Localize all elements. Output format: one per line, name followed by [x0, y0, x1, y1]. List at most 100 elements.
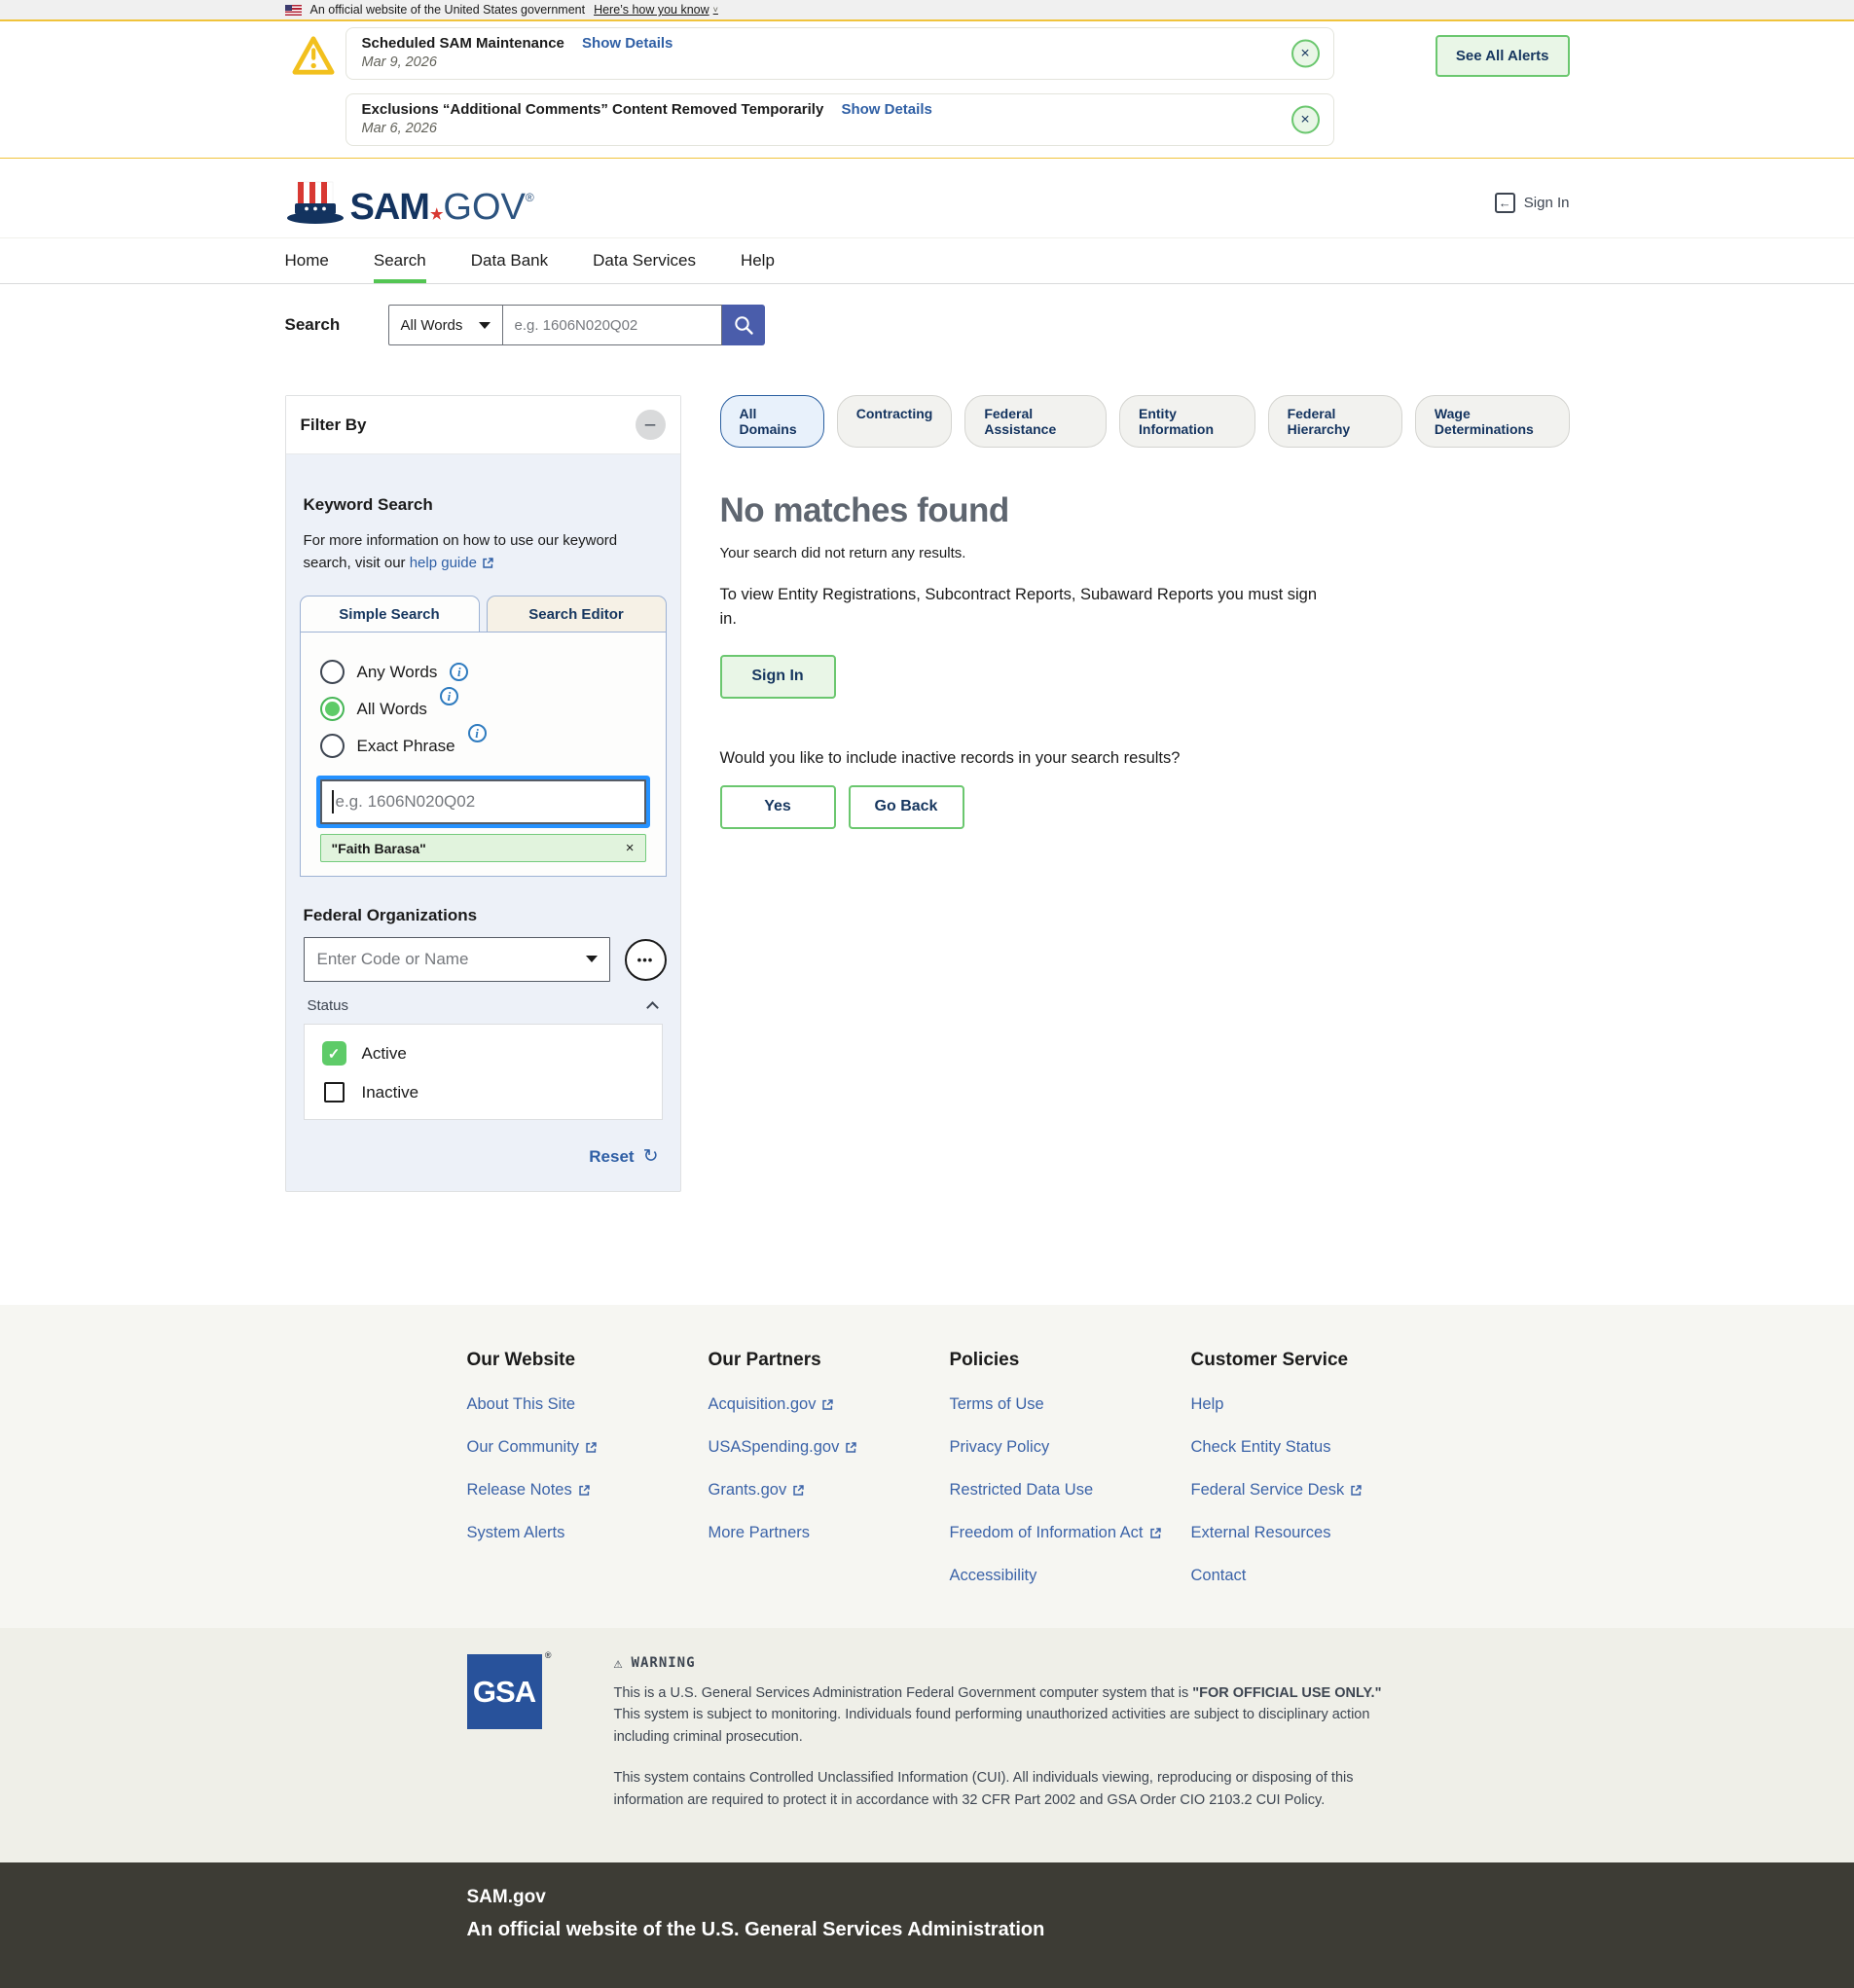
pill-federal-assistance[interactable]: Federal Assistance [964, 395, 1107, 448]
footer-link-label: Restricted Data Use [949, 1481, 1094, 1499]
info-glyph: i [457, 664, 461, 679]
yes-button[interactable]: Yes [719, 784, 836, 829]
sign-in-link[interactable]: ← Sign In [1494, 193, 1570, 213]
pill-wage-determinations[interactable]: Wage Determinations [1414, 395, 1570, 448]
status-section-toggle[interactable]: Status [300, 982, 667, 1024]
nav-item-data-services[interactable]: Data Services [593, 251, 696, 283]
gsa-logo-text: GSA [472, 1674, 536, 1709]
checkbox-active-checked[interactable]: ✓ [321, 1041, 346, 1066]
footer-link-more-partners[interactable]: More Partners [709, 1524, 950, 1542]
info-icon[interactable]: i [467, 724, 487, 742]
go-back-button[interactable]: Go Back [848, 784, 964, 829]
footer-link-contact[interactable]: Contact [1191, 1567, 1433, 1585]
search-submit-button[interactable] [721, 305, 765, 345]
chevron-down-icon: ˅ [712, 5, 718, 15]
footer-link-about-this-site[interactable]: About This Site [467, 1395, 709, 1414]
footer-link-label: More Partners [708, 1524, 811, 1541]
footer-link-external-resources[interactable]: External Resources [1191, 1524, 1433, 1542]
footer-link-system-alerts[interactable]: System Alerts [467, 1524, 709, 1542]
warning-paragraph-1: This is a U.S. General Services Administ… [614, 1682, 1404, 1748]
radio-row-all-words[interactable]: All Words i [319, 687, 646, 721]
heres-how-you-know-link[interactable]: Here’s how you know ˅ [594, 3, 718, 17]
warning-paragraph-2: This system contains Controlled Unclassi… [613, 1770, 1354, 1808]
checkbox-row-inactive[interactable]: Inactive [322, 1082, 644, 1102]
footer-link-acquisition-gov[interactable]: Acquisition.gov [709, 1395, 950, 1414]
federal-org-combobox[interactable] [303, 937, 610, 982]
chip-remove-icon[interactable]: × [626, 840, 635, 856]
radio-all-words[interactable] [319, 697, 345, 721]
ellipsis-icon: ••• [636, 952, 654, 967]
sign-in-button[interactable]: Sign In [719, 654, 836, 699]
checkbox-row-active[interactable]: ✓ Active [321, 1041, 644, 1066]
see-all-alerts-button[interactable]: See All Alerts [1435, 35, 1570, 77]
nav-item-help[interactable]: Help [741, 251, 775, 283]
us-flag-icon [284, 4, 302, 16]
alert-close-button[interactable]: × [1291, 39, 1320, 68]
footer-link-label: Our Community [466, 1438, 580, 1456]
footer-link-accessibility[interactable]: Accessibility [950, 1567, 1191, 1585]
pill-entity-information[interactable]: Entity Information [1119, 395, 1255, 448]
tab-simple-search[interactable]: Simple Search [299, 596, 480, 632]
footer-link-label: Acquisition.gov [708, 1395, 817, 1413]
pill-contracting[interactable]: Contracting [836, 395, 953, 448]
footer-link-privacy-policy[interactable]: Privacy Policy [950, 1438, 1191, 1457]
radio-row-any-words[interactable]: Any Words i [319, 660, 646, 684]
left-arrow-glyph: ← [1498, 196, 1511, 210]
radio-any-words-label: Any Words [356, 662, 438, 681]
federal-org-input[interactable] [303, 937, 610, 982]
reset-filters[interactable]: Reset ↻ [300, 1120, 667, 1170]
footer-link-release-notes[interactable]: Release Notes [467, 1481, 709, 1500]
federal-organizations-heading: Federal Organizations [303, 906, 478, 924]
nav-item-data-bank[interactable]: Data Bank [471, 251, 548, 283]
show-details-link[interactable]: Show Details [582, 35, 673, 52]
show-details-link[interactable]: Show Details [841, 101, 931, 118]
footer-link-label: Terms of Use [949, 1395, 1044, 1413]
checkbox-active-label: Active [361, 1043, 407, 1063]
filter-panel: Filter By – Keyword Search For more info… [284, 395, 681, 1192]
footer-column-our-partners: Our Partners Acquisition.gov USASpending… [709, 1350, 950, 1585]
footer-link-our-community[interactable]: Our Community [467, 1438, 709, 1457]
alert-title: Scheduled SAM Maintenance [361, 35, 564, 52]
radio-exact-phrase[interactable] [319, 734, 345, 758]
collapse-filters-button[interactable]: – [635, 410, 666, 440]
help-guide-label: help guide [409, 554, 477, 571]
footer-link-foia[interactable]: Freedom of Information Act [950, 1524, 1191, 1542]
nav-item-search[interactable]: Search [373, 251, 426, 283]
footer-link-restricted-data-use[interactable]: Restricted Data Use [950, 1481, 1191, 1500]
logo-gov: GOV [443, 187, 526, 228]
more-options-button[interactable]: ••• [624, 938, 667, 981]
info-icon[interactable]: i [439, 687, 458, 705]
footer-link-help[interactable]: Help [1191, 1395, 1433, 1414]
warning-text-bold: "FOR OFFICIAL USE ONLY." [1192, 1685, 1382, 1701]
nav-item-home[interactable]: Home [285, 251, 329, 283]
radio-row-exact-phrase[interactable]: Exact Phrase i [319, 724, 646, 758]
alert-close-button[interactable]: × [1291, 105, 1320, 134]
footer-link-usaspending-gov[interactable]: USASpending.gov [709, 1438, 950, 1457]
gov-banner: An official website of the United States… [0, 0, 1854, 21]
check-icon: ✓ [327, 1045, 341, 1063]
pill-all-domains[interactable]: All Domains [719, 395, 824, 448]
keyword-search-input[interactable] [319, 779, 646, 824]
checkbox-inactive-unchecked[interactable] [323, 1082, 345, 1102]
site-header: SAM★GOV® ← Sign In [0, 159, 1854, 237]
global-search-input[interactable] [502, 305, 722, 345]
footer-link-check-entity-status[interactable]: Check Entity Status [1191, 1438, 1433, 1457]
tab-search-editor[interactable]: Search Editor [486, 596, 667, 632]
footer-link-label: System Alerts [466, 1524, 565, 1541]
radio-any-words[interactable] [319, 660, 345, 684]
pill-federal-hierarchy[interactable]: Federal Hierarchy [1267, 395, 1402, 448]
info-icon[interactable]: i [450, 663, 469, 681]
search-mode-select[interactable]: All Words [387, 305, 503, 345]
footer-column-our-website: Our Website About This Site Our Communit… [467, 1350, 709, 1585]
footer-link-terms-of-use[interactable]: Terms of Use [950, 1395, 1191, 1414]
sign-in-arrow-icon: ← [1494, 193, 1515, 213]
help-guide-link[interactable]: help guide [410, 553, 494, 575]
sam-gov-logo[interactable]: SAM★GOV® [285, 180, 534, 228]
footer-link-federal-service-desk[interactable]: Federal Service Desk [1191, 1481, 1433, 1500]
no-results-subtitle: Your search did not return any results. [719, 545, 966, 561]
status-label: Status [307, 997, 349, 1014]
alert-date: Mar 9, 2026 [361, 54, 437, 70]
reset-label: Reset [589, 1146, 635, 1166]
gsa-logo: GSA ® [466, 1650, 551, 1729]
footer-link-grants-gov[interactable]: Grants.gov [709, 1481, 950, 1500]
